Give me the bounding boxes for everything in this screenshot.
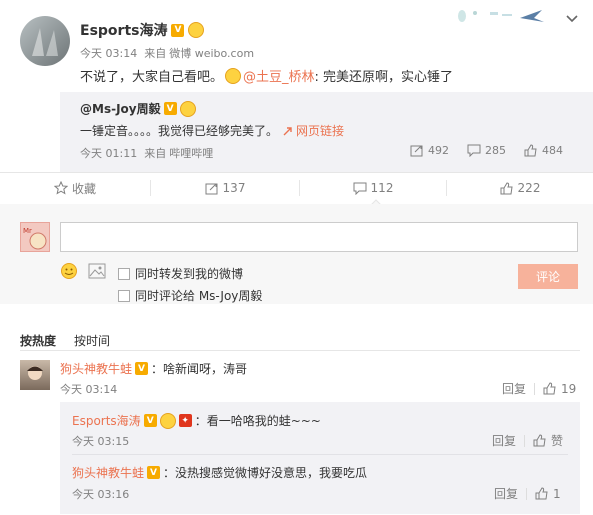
checkbox[interactable]	[118, 289, 130, 302]
repost-button[interactable]: 137	[151, 181, 299, 195]
smile-emoji-icon	[225, 67, 242, 84]
emoji-icon[interactable]	[60, 262, 78, 280]
post-source[interactable]: 微博 weibo.com	[169, 45, 254, 61]
web-link[interactable]: 网页链接	[282, 122, 344, 139]
sort-tabs: 按热度 按时间	[20, 332, 110, 349]
favorite-button[interactable]: 收藏	[0, 180, 150, 197]
composer-area	[0, 204, 593, 304]
repost-from-label: 来自	[144, 147, 167, 160]
repost-source[interactable]: 哔哩哔哩	[169, 145, 213, 161]
reply-like-button[interactable]: 1	[535, 487, 561, 501]
post-from-label: 来自	[144, 47, 167, 60]
action-bar: 收藏 137 112 222	[0, 173, 593, 203]
reply-time: 今天 03:16	[72, 488, 130, 501]
repost-author[interactable]: @Ms-Joy周毅	[80, 100, 161, 117]
comment-input[interactable]	[60, 222, 578, 252]
thumb-up-icon	[500, 181, 513, 194]
option-comment-to[interactable]: 同时评论给 Ms-Joy周毅	[118, 287, 262, 304]
member-icon	[159, 412, 176, 429]
repost-text: 一锤定音。。。。我觉得已经够完美了。	[80, 124, 279, 138]
header-decoration	[430, 0, 560, 40]
post-text-after: : 完美还原啊，实心锤了	[314, 70, 454, 85]
star-icon	[53, 181, 68, 195]
repost-icon	[205, 183, 218, 194]
favorite-label: 收藏	[71, 181, 96, 196]
reply-time: 今天 03:15	[72, 435, 130, 448]
like-button[interactable]: 222	[447, 181, 593, 195]
verified-icon: V	[163, 102, 177, 115]
submit-label: 评论	[535, 270, 560, 284]
reply-text: ：看一哈咯我的蛙~~~	[194, 414, 321, 428]
reply-button[interactable]: 回复	[492, 432, 516, 449]
thumb-up-icon	[524, 144, 537, 157]
link-icon	[283, 126, 292, 135]
badge-icon: ✦	[178, 414, 192, 427]
comment-author[interactable]: 狗头神教牛蛙	[60, 360, 132, 377]
reply-button[interactable]: 回复	[502, 380, 526, 397]
thumb-up-icon	[533, 434, 546, 447]
commenter-avatar[interactable]	[20, 360, 50, 390]
reply-author[interactable]: 狗头神教牛蛙	[72, 464, 144, 481]
post-time[interactable]: 今天 03:14	[80, 45, 137, 61]
svg-text:Mr: Mr	[23, 227, 32, 235]
sort-hot-tab[interactable]: 按热度	[20, 332, 56, 349]
repost-icon	[410, 145, 423, 157]
reply-author[interactable]: Esports海涛	[72, 412, 141, 429]
repost-repost-count: 492	[428, 144, 449, 157]
verified-icon: V	[147, 466, 161, 479]
post-text: 不说了，大家自己看吧。	[80, 70, 224, 85]
comment-icon	[467, 144, 481, 157]
repost-like-count: 484	[542, 144, 563, 157]
repost-comment-count: 285	[485, 144, 506, 157]
thumb-up-icon	[535, 487, 548, 500]
member-icon	[188, 22, 205, 38]
action-divider	[526, 487, 528, 500]
reply-like-label: 赞	[551, 434, 564, 448]
checkbox[interactable]	[118, 267, 130, 280]
repost-comment-button[interactable]: 285	[467, 144, 506, 157]
my-avatar[interactable]: Mr	[20, 222, 50, 252]
comment-button[interactable]: 112	[300, 181, 446, 195]
comment-count: 112	[370, 181, 394, 195]
reply-like-count: 1	[553, 486, 561, 501]
comment-icon	[353, 182, 367, 195]
like-count: 222	[517, 181, 541, 195]
action-divider	[534, 382, 536, 395]
submit-comment-button[interactable]: 评论	[518, 264, 578, 289]
sort-time-tab[interactable]: 按时间	[74, 332, 110, 349]
reply-like-button[interactable]: 赞	[533, 432, 563, 449]
image-icon[interactable]	[88, 263, 106, 279]
comment-like-button[interactable]: 19	[543, 382, 576, 396]
option-comment-to-label: 同时评论给 Ms-Joy周毅	[135, 289, 263, 303]
chevron-down-icon[interactable]	[565, 14, 579, 24]
sort-divider	[20, 350, 580, 351]
verified-icon: V	[143, 414, 157, 427]
repost-count: 137	[222, 181, 246, 195]
repost-like-button[interactable]: 484	[524, 144, 563, 157]
verified-icon: V	[135, 362, 149, 375]
reply-text: ：没热搜感觉微博好没意思，我要吃瓜	[163, 466, 368, 480]
repost-repost-button[interactable]: 492	[410, 144, 449, 157]
post-mention[interactable]: @土豆_桥林	[243, 66, 315, 85]
option-repost-label: 同时转发到我的微博	[135, 267, 244, 281]
thumb-up-icon	[543, 382, 556, 395]
comment-time: 今天 03:14	[60, 383, 118, 396]
option-repost[interactable]: 同时转发到我的微博	[118, 265, 243, 282]
member-icon	[179, 100, 196, 117]
web-link-label: 网页链接	[296, 124, 345, 138]
reply-button[interactable]: 回复	[494, 485, 518, 502]
reply-divider	[72, 454, 568, 455]
post-author[interactable]: Esports海涛	[80, 20, 167, 40]
action-divider	[524, 434, 526, 447]
author-avatar[interactable]	[20, 16, 70, 66]
comment-text: ：啥新闻呀，涛哥	[151, 362, 248, 376]
comment-like-count: 19	[561, 381, 577, 396]
verified-icon: V	[171, 23, 185, 37]
repost-time[interactable]: 今天 01:11	[80, 145, 137, 161]
